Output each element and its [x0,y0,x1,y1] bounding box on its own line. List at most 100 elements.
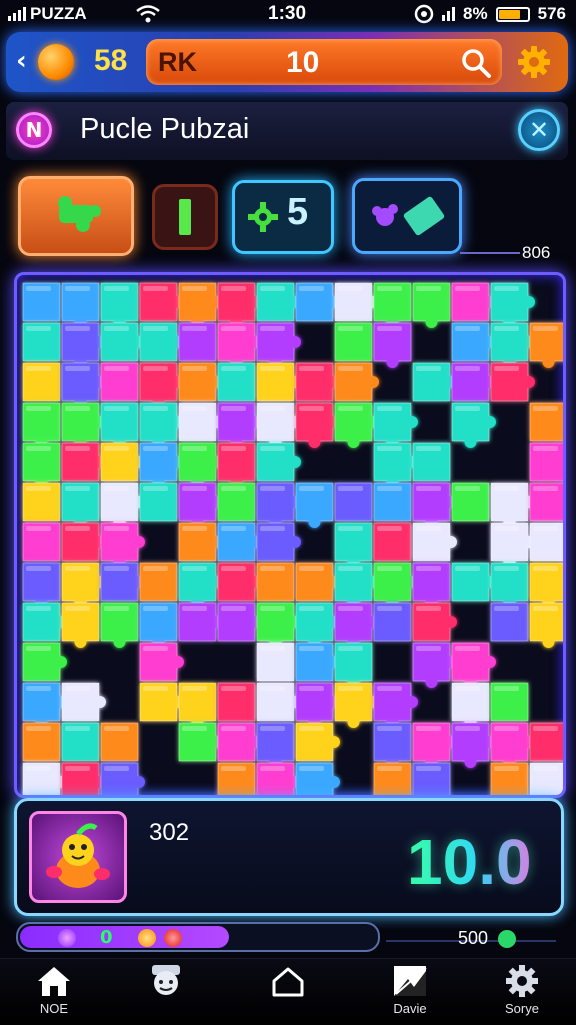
nav-settings[interactable]: Sorye [472,963,572,1023]
puzzle-piece[interactable] [256,402,301,448]
puzzle-piece[interactable] [61,362,106,408]
search-bar[interactable]: RK 10 [146,39,502,85]
puzzle-piece[interactable] [529,442,563,482]
puzzle-piece[interactable] [61,562,106,608]
close-button[interactable]: ✕ [518,109,560,151]
puzzle-piece[interactable] [217,442,256,488]
puzzle-piece[interactable] [178,722,223,762]
puzzle-piece[interactable] [334,562,379,608]
puzzle-piece[interactable] [295,722,340,762]
puzzle-piece[interactable] [217,602,262,642]
puzzle-piece[interactable] [529,402,563,442]
puzzle-piece[interactable] [178,322,217,362]
puzzle-piece[interactable] [22,282,61,322]
nav-house[interactable] [238,963,338,1023]
puzzle-piece[interactable] [451,402,496,448]
puzzle-piece[interactable] [412,522,457,562]
puzzle-piece[interactable] [295,602,340,648]
puzzle-piece[interactable] [178,362,223,402]
puzzle-piece[interactable] [490,762,529,795]
puzzle-piece[interactable] [295,482,334,528]
puzzle-piece[interactable] [256,482,301,528]
puzzle-piece[interactable] [22,642,67,682]
puzzle-piece[interactable] [139,682,184,722]
puzzle-piece[interactable] [412,762,451,795]
puzzle-piece[interactable] [373,562,418,608]
puzzle-piece[interactable] [178,682,217,728]
puzzle-piece[interactable] [490,522,535,568]
nav-davie[interactable]: Davie [360,963,460,1023]
puzzle-piece[interactable] [490,722,535,768]
puzzle-piece[interactable] [61,722,100,762]
puzzle-piece[interactable] [256,642,295,682]
puzzle-piece[interactable] [451,682,490,728]
puzzle-piece[interactable] [256,282,301,322]
puzzle-piece[interactable] [334,642,373,688]
puzzle-piece[interactable] [412,482,457,528]
puzzle-board[interactable] [14,272,566,798]
puzzle-piece[interactable] [217,402,262,448]
puzzle-piece[interactable] [412,602,457,642]
puzzle-piece[interactable] [22,602,67,642]
puzzle-piece[interactable] [412,282,451,328]
puzzle-piece[interactable] [451,282,496,322]
puzzle-piece[interactable] [529,602,563,648]
puzzle-piece[interactable] [529,762,563,795]
tool-bar-button[interactable] [152,184,218,250]
puzzle-piece[interactable] [373,682,418,728]
puzzle-piece[interactable] [100,762,145,795]
puzzle-piece[interactable] [178,602,223,642]
puzzle-piece[interactable] [61,682,106,722]
puzzle-piece[interactable] [22,562,61,608]
puzzle-piece[interactable] [256,562,295,602]
puzzle-piece[interactable] [451,642,496,688]
back-icon[interactable]: ‹ [16,46,27,76]
puzzle-piece[interactable] [334,682,379,728]
puzzle-piece[interactable] [295,762,340,795]
puzzle-piece[interactable] [61,522,106,562]
puzzle-piece[interactable] [178,482,223,528]
puzzle-piece[interactable] [100,562,145,602]
puzzle-piece[interactable] [100,722,139,762]
puzzle-piece[interactable] [22,322,61,362]
puzzle-piece[interactable] [217,482,256,522]
puzzle-piece[interactable] [412,562,451,608]
puzzle-piece[interactable] [217,562,262,602]
puzzle-piece[interactable] [22,442,61,488]
puzzle-piece[interactable] [373,402,418,448]
puzzle-piece[interactable] [295,562,340,602]
nav-character[interactable] [116,963,216,1023]
puzzle-piece[interactable] [373,602,412,642]
puzzle-piece[interactable] [217,682,256,722]
search-icon[interactable] [460,47,492,79]
puzzle-piece[interactable] [451,482,490,522]
puzzle-piece[interactable] [256,322,301,368]
puzzle-piece[interactable] [22,362,61,402]
puzzle-piece[interactable] [334,402,379,448]
tool-count-button[interactable]: 5 [232,180,334,254]
puzzle-piece[interactable] [217,522,262,562]
puzzle-piece[interactable] [490,282,535,328]
puzzle-piece[interactable] [139,322,184,362]
puzzle-piece[interactable] [100,442,145,482]
puzzle-piece[interactable] [100,602,139,648]
puzzle-piece[interactable] [412,442,451,482]
puzzle-piece[interactable] [451,722,496,768]
puzzle-piece[interactable] [256,722,295,768]
puzzle-piece[interactable] [412,642,457,688]
puzzle-piece[interactable] [256,602,301,648]
puzzle-piece[interactable] [22,682,67,728]
puzzle-piece[interactable] [139,562,178,602]
puzzle-piece[interactable] [256,682,301,722]
puzzle-piece[interactable] [334,362,379,402]
puzzle-piece[interactable] [61,322,106,368]
puzzle-piece[interactable] [100,322,145,362]
puzzle-piece[interactable] [373,442,418,488]
puzzle-piece[interactable] [22,522,61,562]
puzzle-piece[interactable] [61,442,106,482]
puzzle-piece[interactable] [217,722,262,762]
tool-gem-button[interactable] [352,178,462,254]
puzzle-piece[interactable] [295,362,340,402]
puzzle-grid[interactable] [17,275,563,795]
puzzle-piece[interactable] [139,482,178,522]
